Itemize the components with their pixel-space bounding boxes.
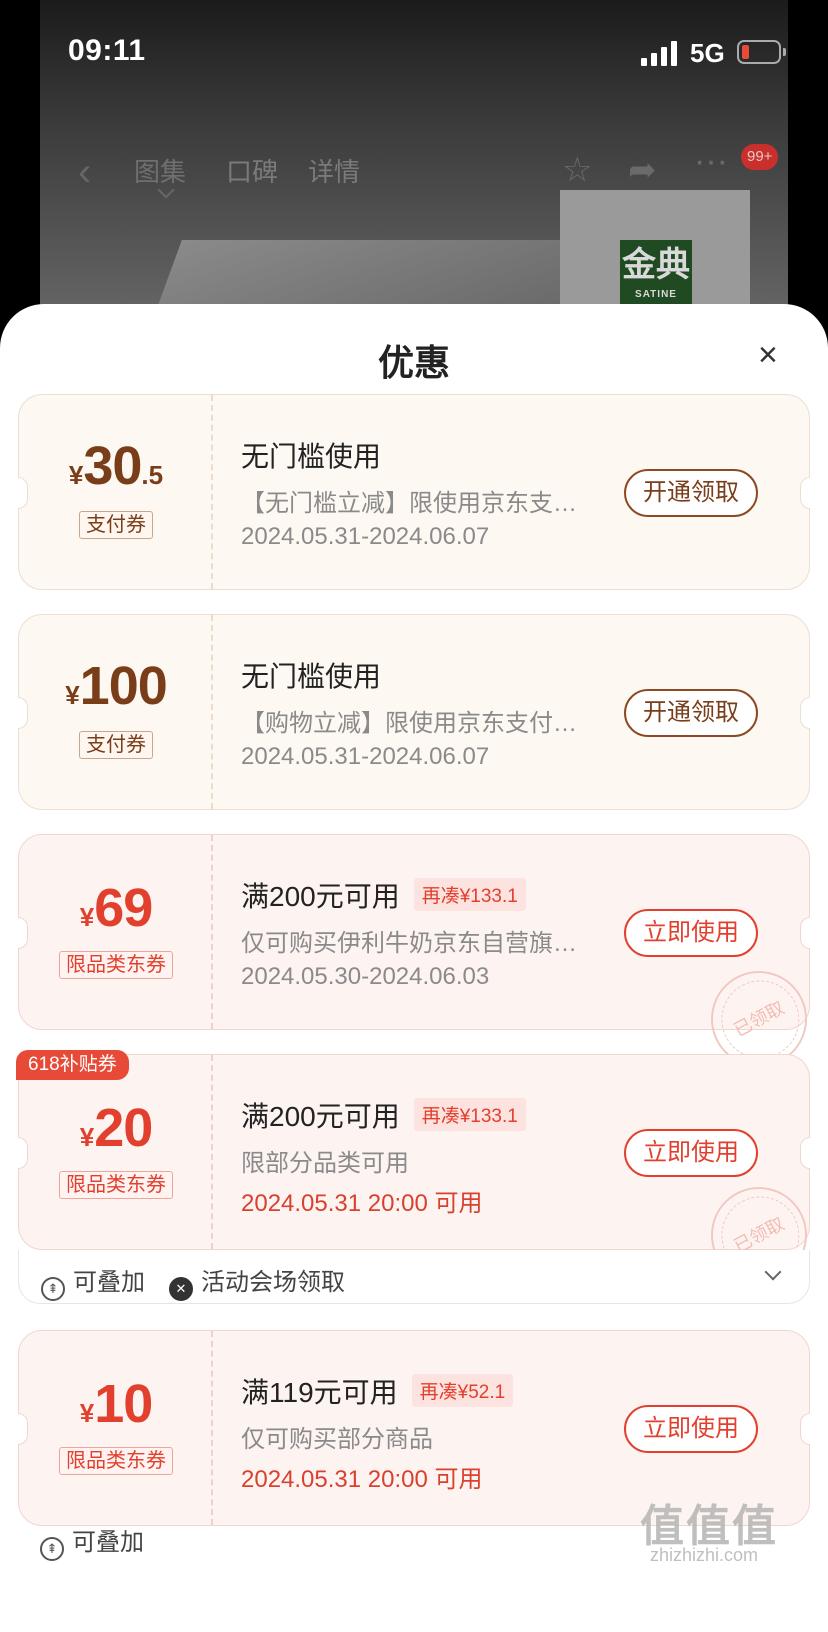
- remaining-amount-chip: 再凑¥52.1: [411, 1374, 514, 1407]
- coupon-amount: ¥20: [79, 1098, 154, 1158]
- coupon-amount: ¥100: [65, 656, 168, 716]
- coupon-type-tag: 支付券: [19, 511, 213, 539]
- back-icon[interactable]: ‹: [78, 150, 91, 195]
- coupon-threshold: 满200元可用: [241, 881, 400, 912]
- watermark-url: zhizhizhi.com: [650, 1545, 759, 1565]
- coupon-threshold: 满119元可用: [241, 1377, 398, 1408]
- status-bar: 09:11 5G: [0, 0, 828, 100]
- venue-claim-info: ✕ 活动会场领取: [169, 1262, 345, 1301]
- star-icon[interactable]: ☆: [562, 150, 592, 190]
- coupon-card: ¥30.5 支付券 无门槛使用 【无门槛立减】限使用京东支… 2024.05.3…: [18, 394, 810, 590]
- signal-icon: [641, 40, 679, 66]
- coupon-type-tag: 支付券: [19, 731, 213, 759]
- coupon-type-tag: 限品类东券: [19, 1171, 213, 1199]
- coupon-type-tag: 限品类东券: [19, 1447, 213, 1475]
- stackable-info: ⇞ 可叠加: [41, 1262, 145, 1301]
- stack-icon: ⇞: [41, 1277, 65, 1301]
- coupon-description: 仅可购买部分商品: [241, 1426, 433, 1453]
- network-type: 5G: [690, 38, 725, 68]
- ticket-icon: ✕: [169, 1277, 193, 1301]
- coupon-date: 2024.05.31 20:00 可用: [241, 1466, 483, 1493]
- coupon-sheet: 优惠 × ¥30.5 支付券 无门槛使用 【无门槛立减】限使用京东支… 2024…: [0, 304, 828, 1632]
- coupon-threshold: 满200元可用: [241, 1101, 400, 1132]
- close-icon[interactable]: ×: [758, 336, 778, 375]
- coupon-date: 2024.05.31-2024.06.07: [241, 743, 490, 770]
- coupon-title: 满200元可用 再凑¥133.1: [241, 1095, 526, 1135]
- activate-claim-button[interactable]: 开通领取: [624, 689, 758, 737]
- coupon-type-tag: 限品类东券: [19, 951, 213, 979]
- stack-icon: ⇞: [40, 1537, 64, 1561]
- sheet-title: 优惠: [377, 342, 450, 383]
- coupon-date: 2024.05.31 20:00 可用: [241, 1190, 483, 1217]
- coupon-title: 满119元可用 再凑¥52.1: [241, 1371, 514, 1411]
- status-time: 09:11: [68, 34, 146, 67]
- use-now-button[interactable]: 立即使用: [624, 909, 758, 957]
- coupon-date: 2024.05.31-2024.06.07: [241, 523, 490, 550]
- remaining-amount-chip: 再凑¥133.1: [413, 1098, 526, 1131]
- coupon-title: 无门槛使用: [241, 661, 382, 692]
- product-nav: ‹ 图集 口碑 详情 ☆ ➦ ···: [0, 140, 828, 200]
- coupon-description: 限部分品类可用: [241, 1150, 409, 1177]
- coupon-card: ¥20 限品类东券 满200元可用 再凑¥133.1 限部分品类可用 2024.0…: [18, 1054, 824, 1300]
- activate-claim-button[interactable]: 开通领取: [624, 469, 758, 517]
- battery-icon: [737, 40, 786, 64]
- use-now-button[interactable]: 立即使用: [624, 1129, 758, 1177]
- coupon-description: 【无门槛立减】限使用京东支…: [241, 490, 577, 517]
- share-icon[interactable]: ➦: [628, 150, 657, 190]
- stackable-info: ⇞ 可叠加: [40, 1522, 144, 1561]
- subsidy-ribbon: 618补贴券: [16, 1050, 129, 1080]
- coupon-title: 无门槛使用: [241, 441, 382, 472]
- coupon-amount: ¥30.5: [68, 436, 164, 496]
- tab-gallery[interactable]: 图集: [134, 152, 186, 189]
- remaining-amount-chip: 再凑¥133.1: [413, 878, 526, 911]
- coupon-title: 满200元可用 再凑¥133.1: [241, 875, 526, 915]
- coupon-date: 2024.05.30-2024.06.03: [241, 963, 490, 990]
- coupon-extras-row[interactable]: ⇞ 可叠加 ✕ 活动会场领取: [18, 1250, 810, 1304]
- tab-details[interactable]: 详情: [308, 152, 360, 189]
- more-icon[interactable]: ···: [694, 142, 728, 181]
- message-badge: 99+: [741, 144, 779, 170]
- coupon-card: ¥69 限品类东券 满200元可用 再凑¥133.1 仅可购买伊利牛奶京东自营旗……: [18, 834, 824, 1084]
- coupon-amount: ¥69: [79, 878, 154, 938]
- brand-logo: 金典 SATINE: [620, 240, 692, 304]
- coupon-card: ¥100 支付券 无门槛使用 【购物立减】限使用京东支付… 2024.05.31…: [18, 614, 810, 810]
- chevron-down-icon[interactable]: [764, 1263, 782, 1281]
- tab-reviews[interactable]: 口碑: [226, 152, 278, 189]
- coupon-amount: ¥10: [79, 1374, 154, 1434]
- coupon-description: 【购物立减】限使用京东支付…: [241, 710, 577, 737]
- coupon-description: 仅可购买伊利牛奶京东自营旗…: [241, 930, 577, 957]
- use-now-button[interactable]: 立即使用: [624, 1405, 758, 1453]
